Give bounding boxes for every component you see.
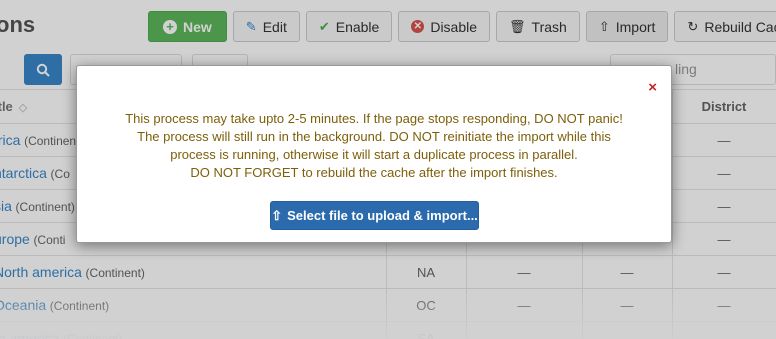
page: ons + New ✎ Edit ✔ Enable ✕ Disable 🗑 Tr… <box>0 0 776 339</box>
upload-icon: ⇧ <box>271 207 283 223</box>
warning-line: The process will still run in the backgr… <box>137 129 611 144</box>
warning-line: process is running, otherwise it will st… <box>170 147 578 162</box>
upload-label: Select file to upload & import... <box>287 208 478 223</box>
warning-message: This process may take upto 2-5 minutes. … <box>97 110 651 182</box>
warning-line: DO NOT FORGET to rebuild the cache after… <box>190 165 558 180</box>
warning-line: This process may take upto 2-5 minutes. … <box>125 111 623 126</box>
select-file-upload-button[interactable]: ⇧ Select file to upload & import... <box>270 201 479 230</box>
close-icon[interactable]: × <box>648 80 657 95</box>
import-modal: × This process may take upto 2-5 minutes… <box>76 65 672 243</box>
